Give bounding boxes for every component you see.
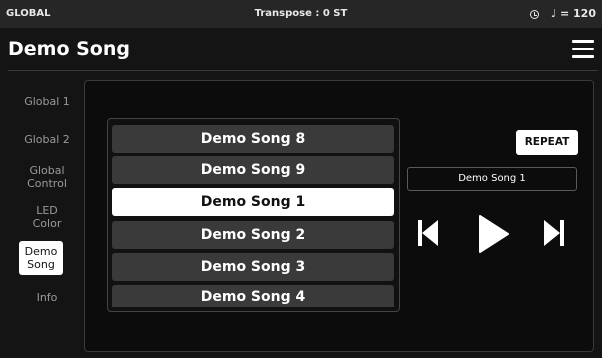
list-item[interactable]: Demo Song 8 — [112, 125, 394, 153]
sidebar-item-label: LED Color — [32, 204, 62, 230]
hamburger-menu-icon[interactable] — [572, 40, 594, 58]
sidebar-item-label: Global Control — [27, 164, 67, 190]
list-item[interactable]: Demo Song 9 — [112, 156, 394, 184]
repeat-button[interactable]: REPEAT — [516, 130, 578, 155]
clock-icon — [529, 9, 539, 19]
sidebar-item-global-2[interactable]: Global 2 — [14, 133, 80, 146]
sidebar-item-label: Info — [36, 291, 58, 304]
tempo-label: ♩ = 120 — [550, 7, 596, 20]
sidebar-item-led-color[interactable]: LED Color — [22, 204, 72, 230]
sidebar-item-label: Global 1 — [24, 95, 70, 108]
page-title: Demo Song — [8, 38, 130, 60]
sidebar-item-global-control[interactable]: Global Control — [22, 164, 72, 190]
list-item[interactable]: Demo Song 2 — [112, 221, 394, 249]
sidebar-item-demo-song[interactable]: Demo Song — [19, 241, 63, 275]
sidebar-item-global-1[interactable]: Global 1 — [14, 95, 80, 108]
previous-icon[interactable] — [418, 217, 440, 249]
current-song-display: Demo Song 1 — [407, 167, 577, 191]
list-item-selected[interactable]: Demo Song 1 — [112, 188, 394, 216]
play-icon[interactable] — [476, 214, 512, 254]
list-item[interactable]: Demo Song 3 — [112, 253, 394, 281]
sidebar: Global 1 Global 2 Global Control LED Col… — [0, 80, 86, 350]
list-item[interactable]: Demo Song 4 — [112, 285, 394, 307]
sidebar-item-label: Demo Song — [24, 245, 58, 271]
title-divider — [8, 70, 598, 71]
transpose-label: Transpose : 0 ST — [254, 8, 348, 19]
status-right: ♩ = 120 — [529, 0, 596, 28]
sidebar-item-label: Global 2 — [24, 133, 70, 146]
sidebar-item-info[interactable]: Info — [14, 291, 80, 304]
next-icon[interactable] — [542, 217, 564, 249]
